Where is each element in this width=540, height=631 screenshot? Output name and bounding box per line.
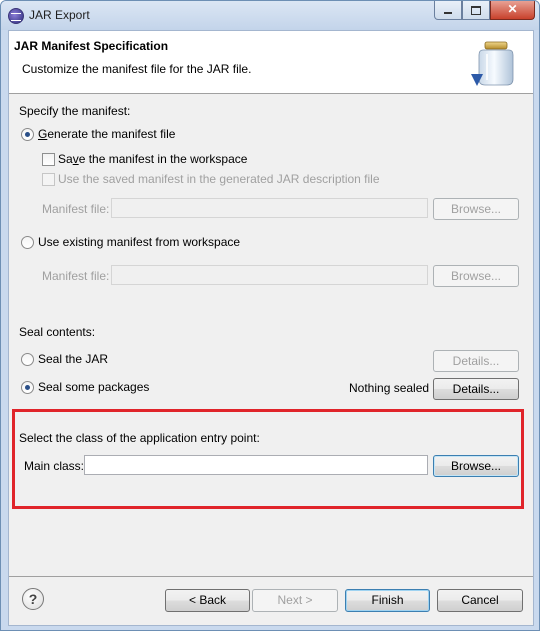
close-button[interactable]: ✕ xyxy=(490,1,535,20)
next-button[interactable]: Next > xyxy=(252,589,338,612)
generate-manifest-text: enerate the manifest file xyxy=(47,127,176,141)
seal-jar-details-button[interactable]: Details... xyxy=(433,350,519,372)
cancel-button[interactable]: Cancel xyxy=(437,589,523,612)
close-icon: ✕ xyxy=(507,2,518,16)
footer-separator xyxy=(9,576,533,577)
jar-export-window: JAR Export ✕ JAR Manifest Specification … xyxy=(0,0,540,631)
use-saved-manifest-checkbox[interactable] xyxy=(42,173,55,186)
window-title: JAR Export xyxy=(29,8,90,22)
save-manifest-text-pre: Sa xyxy=(58,152,73,166)
back-button[interactable]: < Back xyxy=(165,589,250,612)
generate-manifest-label[interactable]: Generate the manifest file xyxy=(38,127,175,141)
save-manifest-text-post: e the manifest in the workspace xyxy=(78,152,248,166)
browse-button-2[interactable]: Browse... xyxy=(433,265,519,287)
seal-packages-label[interactable]: Seal some packages xyxy=(38,380,149,394)
maximize-button[interactable] xyxy=(462,1,490,20)
seal-status-text: Nothing sealed xyxy=(349,381,430,395)
maximize-icon xyxy=(471,6,481,15)
dialog-client-area: JAR Manifest Specification Customize the… xyxy=(8,30,534,626)
manifest-file-label-2: Manifest file: xyxy=(42,269,110,283)
page-title: JAR Manifest Specification xyxy=(14,39,169,53)
minimize-icon xyxy=(444,12,452,14)
seal-jar-radio[interactable] xyxy=(21,353,34,366)
seal-contents-label: Seal contents: xyxy=(19,325,96,339)
save-manifest-checkbox[interactable] xyxy=(42,153,55,166)
main-class-field[interactable] xyxy=(84,455,428,475)
help-icon[interactable]: ? xyxy=(22,588,44,610)
main-class-input[interactable] xyxy=(85,456,427,474)
use-existing-manifest-label[interactable]: Use existing manifest from workspace xyxy=(38,235,240,249)
title-bar[interactable]: JAR Export ✕ xyxy=(1,1,539,30)
manifest-file-field-2[interactable] xyxy=(111,265,428,285)
seal-jar-label[interactable]: Seal the JAR xyxy=(38,352,108,366)
specify-manifest-label: Specify the manifest: xyxy=(19,104,131,118)
manifest-file-input-1[interactable] xyxy=(112,199,427,217)
generate-manifest-radio[interactable] xyxy=(21,128,34,141)
seal-packages-details-button[interactable]: Details... xyxy=(433,378,519,400)
use-saved-manifest-label: Use the saved manifest in the generated … xyxy=(58,172,380,186)
main-class-browse-button[interactable]: Browse... xyxy=(433,455,519,477)
page-description: Customize the manifest file for the JAR … xyxy=(22,62,252,76)
browse-button-1[interactable]: Browse... xyxy=(433,198,519,220)
minimize-button[interactable] xyxy=(434,1,462,20)
finish-button[interactable]: Finish xyxy=(345,589,430,612)
caption-buttons: ✕ xyxy=(434,1,535,20)
save-manifest-label[interactable]: Save the manifest in the workspace xyxy=(58,152,247,166)
wizard-header: JAR Manifest Specification Customize the… xyxy=(9,31,533,94)
entry-point-label: Select the class of the application entr… xyxy=(19,431,260,445)
manifest-file-field-1[interactable] xyxy=(111,198,428,218)
generate-manifest-mnemonic: G xyxy=(38,127,48,141)
manifest-file-input-2[interactable] xyxy=(112,266,427,284)
manifest-file-label-1: Manifest file: xyxy=(42,202,110,216)
jar-banner-icon xyxy=(471,41,514,86)
use-existing-manifest-radio[interactable] xyxy=(21,236,34,249)
main-class-label: Main class: xyxy=(24,459,85,473)
eclipse-app-icon xyxy=(8,8,24,24)
seal-packages-radio[interactable] xyxy=(21,381,34,394)
